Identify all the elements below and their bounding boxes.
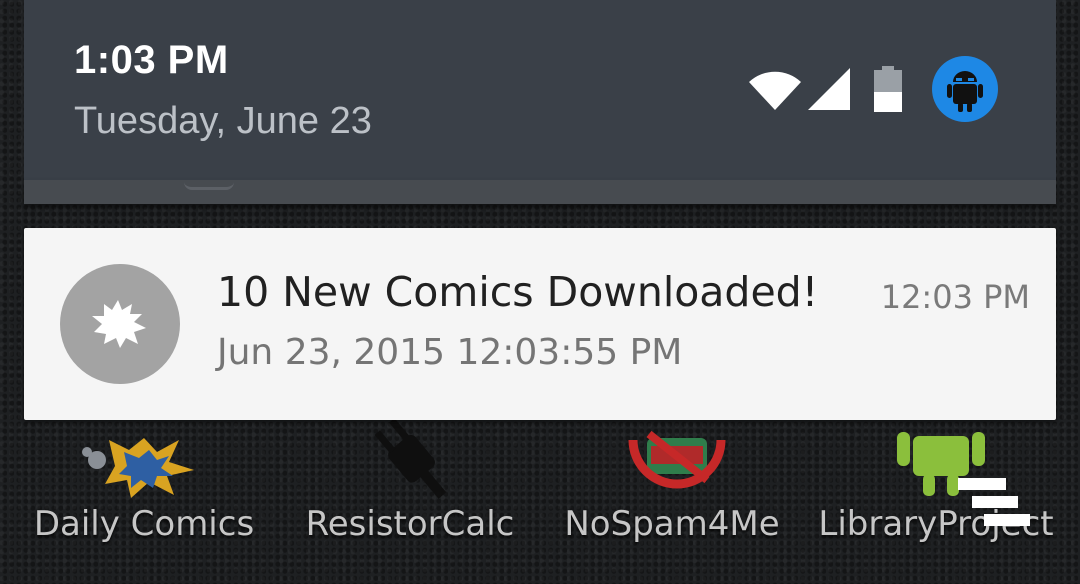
- user-avatar-android[interactable]: [932, 56, 998, 122]
- comic-burst-icon: [92, 300, 146, 348]
- header-edge: [24, 180, 1056, 204]
- notification-card[interactable]: 10 New Comics Downloaded! 12:03 PM Jun 2…: [24, 228, 1056, 420]
- notification-icon-circle: [60, 264, 180, 384]
- wifi-icon: [749, 71, 801, 110]
- app-label: NoSpam4Me: [564, 504, 780, 544]
- status-icons: [722, 56, 1002, 122]
- app-label: ResistorCalc: [305, 504, 515, 544]
- clock-time: 1:03 PM: [74, 38, 229, 82]
- clock-date: Tuesday, June 23: [74, 100, 372, 142]
- notification-time: 12:03 PM: [880, 278, 1030, 316]
- signal-icon: [808, 68, 850, 110]
- battery-icon: [874, 66, 902, 112]
- notification-text: Jun 23, 2015 12:03:55 PM: [217, 332, 683, 373]
- app-label: Daily Comics: [33, 504, 255, 544]
- notification-title: 10 New Comics Downloaded!: [217, 268, 819, 316]
- collapsed-toggle-peek: [184, 182, 234, 190]
- watermark-logo: [958, 478, 1030, 526]
